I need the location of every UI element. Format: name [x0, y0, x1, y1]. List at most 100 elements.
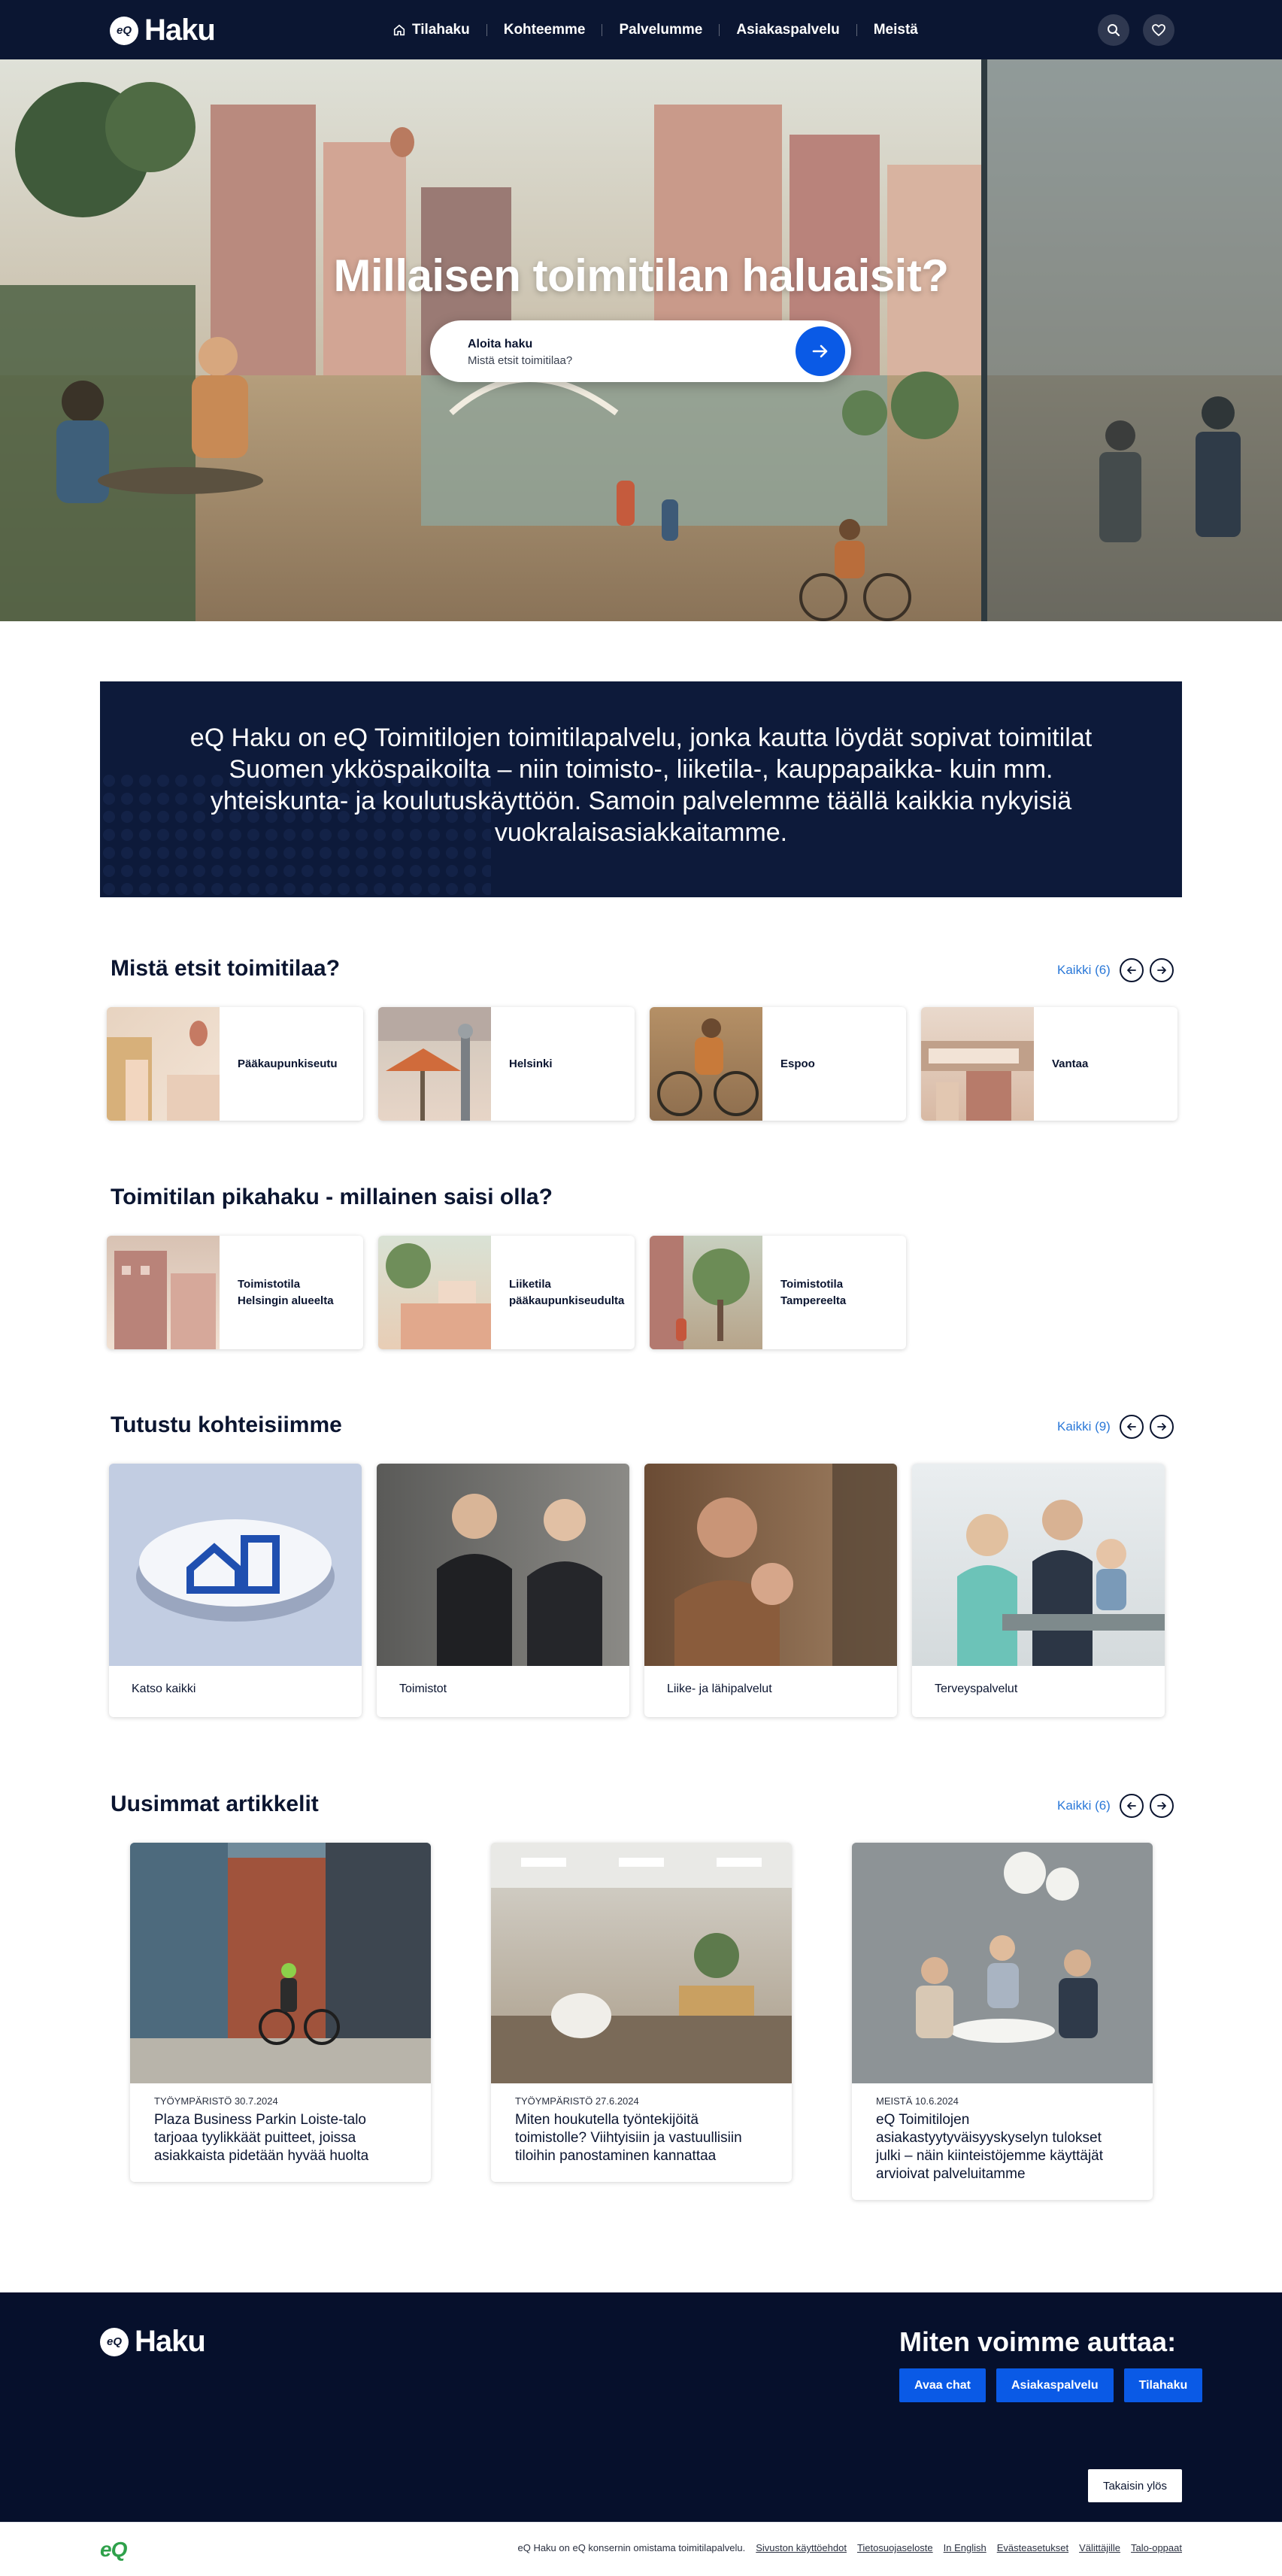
footer-logo[interactable]: eQ Haku	[100, 2325, 206, 2359]
prev-button[interactable]	[1119, 958, 1144, 982]
nav-link-label: Asiakaspalvelu	[736, 21, 840, 38]
privacy-link[interactable]: Tietosuojaseloste	[857, 2542, 933, 2553]
objects-row: Katso kaikki Toimistot Liike- ja lähipal…	[109, 1464, 1165, 1717]
locations-all-link[interactable]: Kaikki (6)	[1057, 963, 1111, 978]
arrow-right-icon	[1156, 1423, 1166, 1431]
building-cyclists-photo	[130, 1843, 431, 2083]
owner-text: eQ Haku on eQ konsernin omistama toimiti…	[517, 2542, 746, 2553]
arrow-left-icon	[1126, 1802, 1136, 1810]
quick-search-row: Toimistotila Helsingin alueelta Liiketil…	[107, 1236, 906, 1349]
location-label: Vantaa	[1052, 1057, 1089, 1070]
search-button[interactable]	[1098, 14, 1129, 46]
hero-title: Millaisen toimitilan haluaisit?	[333, 250, 949, 301]
object-card[interactable]: Katso kaikki	[109, 1464, 362, 1717]
quick-search-label: Liiketila pääkaupunkiseudulta	[509, 1277, 625, 1307]
object-label: Liike- ja lähipalvelut	[667, 1682, 772, 1695]
location-card[interactable]: Vantaa	[921, 1007, 1177, 1121]
cyclist-illustration	[657, 1018, 759, 1116]
location-label: Pääkaupunkiseutu	[238, 1057, 338, 1070]
article-title: Miten houkutella työntekijöitä toimistol…	[515, 2112, 742, 2164]
nav-link-tilahaku[interactable]: Tilahaku	[376, 22, 486, 38]
nav-link-label: Meistä	[873, 21, 918, 38]
back-to-top-button[interactable]: Takaisin ylös	[1088, 2469, 1182, 2502]
location-card[interactable]: Espoo	[650, 1007, 906, 1121]
arrow-right-icon	[1156, 966, 1166, 974]
top-navigation: eQ Haku Tilahaku Kohteemme Palvelumme As…	[0, 0, 1282, 59]
locations-row: Pääkaupunkiseutu Helsinki Espoo Vantaa	[107, 1007, 1177, 1121]
search-submit-button[interactable]	[796, 326, 845, 376]
nav-link-label: Tilahaku	[412, 21, 470, 38]
open-chat-button[interactable]: Avaa chat	[899, 2368, 986, 2402]
eq-logo-badge: eQ	[100, 2327, 129, 2356]
park-illustration	[650, 1236, 750, 1349]
hero-search-box[interactable]: Aloita haku Mistä etsit toimitilaa?	[430, 320, 851, 382]
article-title: Plaza Business Parkin Loiste-talo tarjoa…	[154, 2112, 369, 2164]
objects-all-link[interactable]: Kaikki (9)	[1057, 1419, 1111, 1434]
building-button-illustration	[136, 1519, 335, 1622]
heart-icon	[1152, 24, 1165, 37]
office-people-photo	[437, 1494, 602, 1666]
space-search-button[interactable]: Tilahaku	[1123, 2368, 1203, 2402]
location-label: Helsinki	[509, 1057, 553, 1070]
location-image	[921, 1007, 1034, 1121]
favorites-button[interactable]	[1143, 14, 1174, 46]
arrow-right-icon	[812, 344, 828, 358]
logo-text: Haku	[144, 14, 216, 47]
search-placeholder[interactable]: Mistä etsit toimitilaa?	[468, 354, 572, 367]
object-card[interactable]: Liike- ja lähipalvelut	[644, 1464, 897, 1717]
logo-text: Haku	[135, 2325, 206, 2358]
footer-bottom-bar: eQ eQ Haku on eQ konsernin omistama toim…	[0, 2522, 1282, 2576]
next-button[interactable]	[1149, 958, 1174, 982]
article-meta: MEISTÄ 10.6.2024	[876, 2095, 959, 2107]
hero-section: Millaisen toimitilan haluaisit? Aloita h…	[0, 59, 1282, 621]
nav-link-asiakaspalvelu[interactable]: Asiakaspalvelu	[720, 22, 856, 38]
object-label: Toimistot	[399, 1682, 447, 1695]
articles-all-link[interactable]: Kaikki (6)	[1057, 1798, 1111, 1813]
quick-search-card[interactable]: Liiketila pääkaupunkiseudulta	[378, 1236, 635, 1349]
main-menu: Tilahaku Kohteemme Palvelumme Asiakaspal…	[376, 0, 935, 59]
prev-button[interactable]	[1119, 1794, 1144, 1818]
healthcare-photo	[957, 1500, 1165, 1666]
article-card[interactable]: TYÖYMPÄRISTÖ 27.6.2024 Miten houkutella …	[491, 1843, 792, 2182]
article-image	[491, 1843, 792, 2083]
train-illustration	[921, 1041, 1034, 1121]
location-label: Espoo	[780, 1057, 815, 1070]
cookie-settings-link[interactable]: Evästeasetukset	[997, 2542, 1068, 2553]
object-card[interactable]: Terveyspalvelut	[912, 1464, 1165, 1717]
locations-carousel-nav: Kaikki (6)	[1057, 958, 1174, 982]
arrow-right-icon	[1156, 1802, 1166, 1810]
quick-search-image	[378, 1236, 491, 1349]
nav-link-kohteemme[interactable]: Kohteemme	[487, 22, 602, 38]
customer-service-button[interactable]: Asiakaspalvelu	[996, 2368, 1114, 2402]
location-card[interactable]: Pääkaupunkiseutu	[107, 1007, 363, 1121]
articles-title: Uusimmat artikkelit	[111, 1792, 319, 1816]
nav-link-meista[interactable]: Meistä	[857, 22, 935, 38]
articles-carousel-nav: Kaikki (6)	[1057, 1794, 1174, 1818]
arrow-left-icon	[1126, 966, 1136, 974]
quick-search-image	[107, 1236, 220, 1349]
quick-search-card[interactable]: Toimistotila Tampereelta	[650, 1236, 906, 1349]
article-title: eQ Toimitilojen asiakastyytyväisyyskysel…	[876, 2112, 1104, 2182]
next-button[interactable]	[1149, 1415, 1174, 1439]
article-card[interactable]: MEISTÄ 10.6.2024 eQ Toimitilojen asiakas…	[852, 1843, 1153, 2200]
article-card[interactable]: TYÖYMPÄRISTÖ 30.7.2024 Plaza Business Pa…	[130, 1843, 431, 2182]
legal-links: eQ Haku on eQ konsernin omistama toimiti…	[517, 2542, 1182, 2553]
brokers-link[interactable]: Välittäjille	[1079, 2542, 1120, 2553]
location-image	[378, 1007, 491, 1121]
location-card[interactable]: Helsinki	[378, 1007, 635, 1121]
haku-logo[interactable]: eQ Haku	[110, 14, 216, 47]
eq-logo[interactable]: eQ	[100, 2538, 127, 2562]
nav-link-palvelumme[interactable]: Palvelumme	[602, 22, 719, 38]
prev-button[interactable]	[1119, 1415, 1144, 1439]
building-guides-link[interactable]: Talo-oppaat	[1131, 2542, 1182, 2553]
object-card[interactable]: Toimistot	[377, 1464, 629, 1717]
object-image	[109, 1464, 362, 1666]
terms-link[interactable]: Sivuston käyttöehdot	[756, 2542, 847, 2553]
quick-search-card[interactable]: Toimistotila Helsingin alueelta	[107, 1236, 363, 1349]
english-link[interactable]: In English	[944, 2542, 987, 2553]
office-illustration	[114, 1251, 216, 1349]
objects-title: Tutustu kohteisiimme	[111, 1412, 342, 1437]
next-button[interactable]	[1149, 1794, 1174, 1818]
quick-search-image	[650, 1236, 762, 1349]
help-title: Miten voimme auttaa:	[899, 2326, 1177, 2357]
